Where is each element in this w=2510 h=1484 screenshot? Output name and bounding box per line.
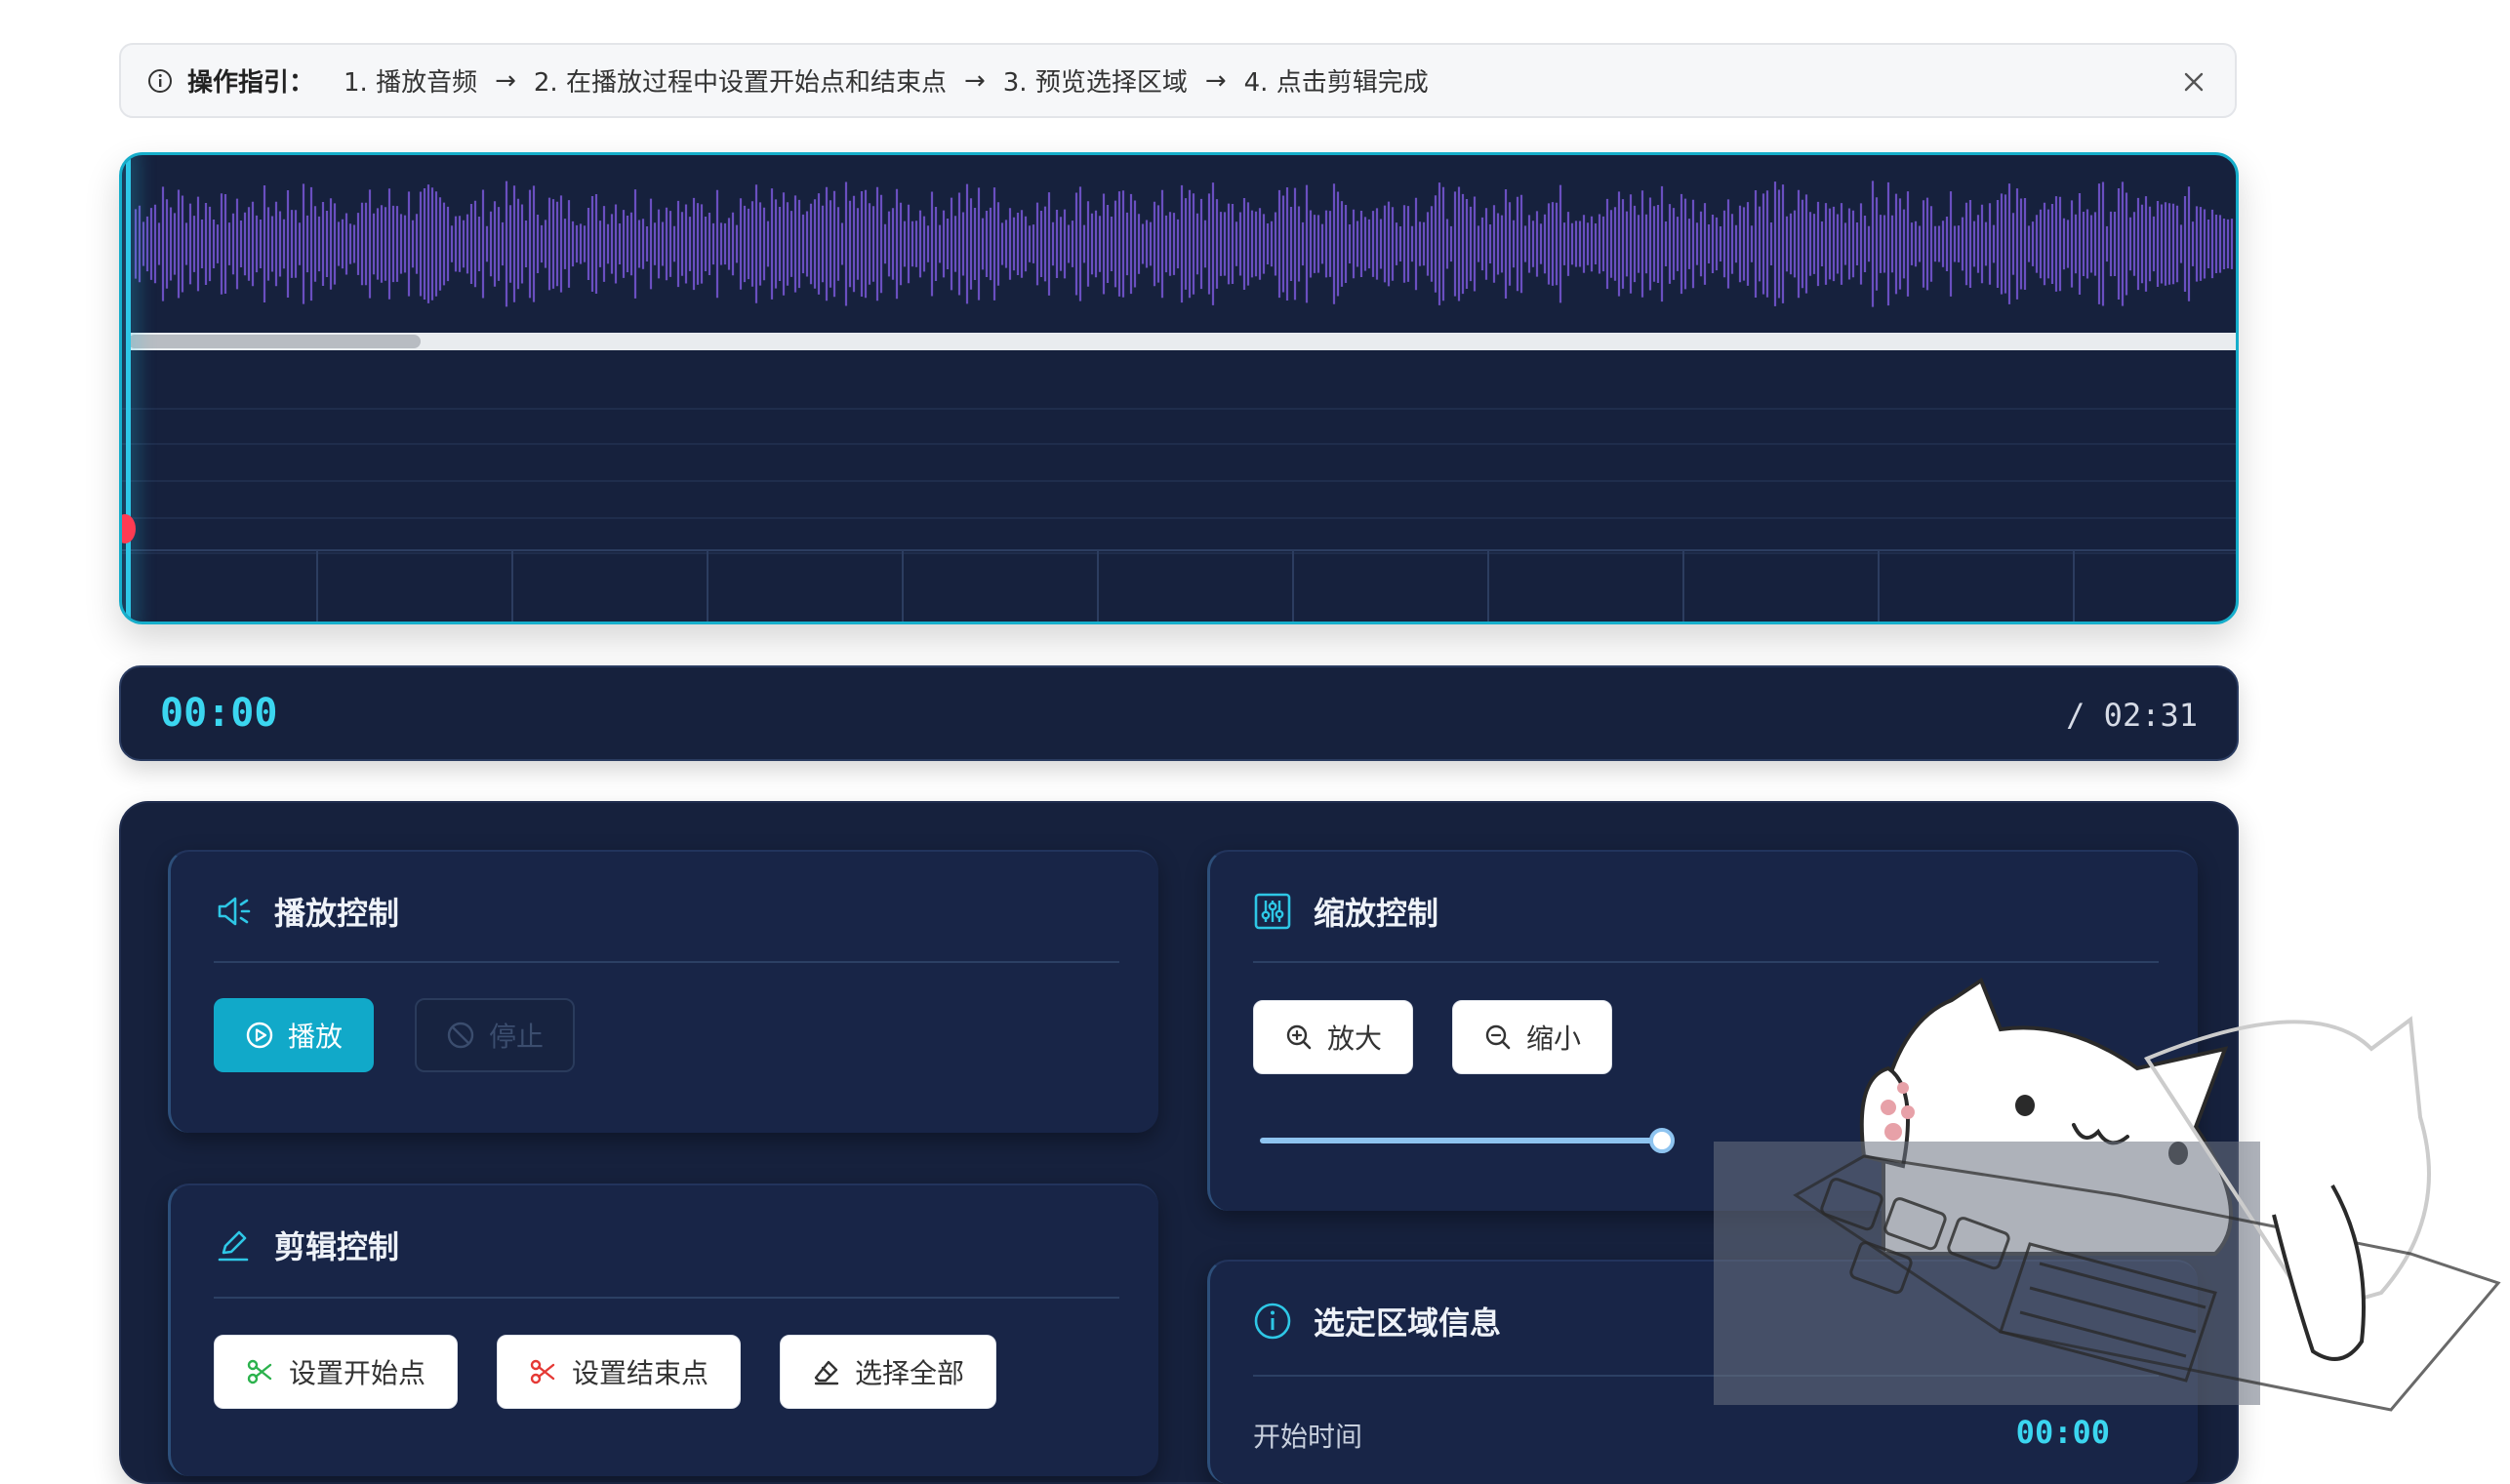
zoom-out-button[interactable]: 缩小 xyxy=(1452,1000,1612,1074)
play-button-label: 播放 xyxy=(287,1021,343,1053)
divider xyxy=(214,1297,1119,1299)
divider xyxy=(214,961,1119,963)
operation-guide-bar: 操作指引： 1. 播放音频 → 2. 在播放过程中设置开始点和结束点 → 3. … xyxy=(119,43,2237,118)
edit-control-panel: 剪辑控制 设置开始点 设置结束点 选择全部 xyxy=(168,1183,1158,1476)
set-start-button-label: 设置开始点 xyxy=(288,1357,425,1389)
close-icon[interactable] xyxy=(2178,66,2209,98)
stop-icon xyxy=(446,1021,475,1050)
zoom-slider-thumb[interactable] xyxy=(1649,1128,1675,1153)
stop-button-label: 停止 xyxy=(488,1021,544,1053)
zoom-in-button[interactable]: 放大 xyxy=(1253,1000,1413,1074)
waveform-scrollbar-track xyxy=(128,333,2236,350)
zoom-panel-title: 缩放控制 xyxy=(1314,895,1439,932)
guide-step-3: 3. 预览选择区域 xyxy=(1002,68,1188,98)
speaker-icon xyxy=(214,892,253,931)
waveform-scrollbar-thumb xyxy=(128,335,421,348)
zoom-panel-header: 缩放控制 xyxy=(1253,889,1438,934)
info-icon xyxy=(146,67,174,95)
current-time: 00:00 xyxy=(160,691,278,736)
guide-step-1: 1. 播放音频 xyxy=(344,68,478,98)
time-display-bar: 00:00 / 02:31 xyxy=(119,665,2239,761)
info-circle-icon xyxy=(1253,1302,1292,1341)
zoom-slider-track[interactable] xyxy=(1260,1138,1662,1143)
select-all-button[interactable]: 选择全部 xyxy=(780,1335,996,1409)
guide-arrow: → xyxy=(1204,65,1227,96)
guide-arrow: → xyxy=(495,65,516,96)
guide-step-2: 2. 在播放过程中设置开始点和结束点 xyxy=(533,68,947,98)
playback-control-panel: 播放控制 播放 停止 xyxy=(168,850,1158,1133)
zoom-in-icon xyxy=(1284,1023,1314,1052)
guide-arrow: → xyxy=(963,65,986,96)
selection-panel-header: 选定区域信息 xyxy=(1253,1299,1501,1344)
zoom-out-button-label: 缩小 xyxy=(1525,1023,1581,1055)
edit-panel-title: 剪辑控制 xyxy=(274,1228,400,1265)
waveform-display[interactable] xyxy=(119,152,2239,624)
zoom-in-button-label: 放大 xyxy=(1326,1023,1382,1055)
eraser-icon xyxy=(812,1357,841,1386)
scissors-icon xyxy=(246,1357,275,1386)
select-all-button-label: 选择全部 xyxy=(854,1357,964,1389)
playhead-line[interactable] xyxy=(126,155,131,622)
start-time-label: 开始时间 xyxy=(1253,1421,1363,1453)
scissors-icon xyxy=(529,1357,558,1386)
guide-title: 操作指引： xyxy=(187,68,315,98)
selection-panel-title: 选定区域信息 xyxy=(1314,1304,1502,1342)
zoom-out-icon xyxy=(1483,1023,1513,1052)
playback-panel-header: 播放控制 xyxy=(214,889,399,934)
set-end-button[interactable]: 设置结束点 xyxy=(497,1335,741,1409)
waveform-canvas[interactable] xyxy=(122,155,2236,622)
pen-icon xyxy=(214,1225,253,1264)
total-duration: / 02:31 xyxy=(2066,697,2198,734)
cat-mascot-illustration xyxy=(1714,977,2501,1412)
play-circle-icon xyxy=(245,1021,274,1050)
set-start-button[interactable]: 设置开始点 xyxy=(214,1335,458,1409)
sliders-icon xyxy=(1253,892,1292,931)
stop-button[interactable]: 停止 xyxy=(415,998,575,1072)
guide-step-4: 4. 点击剪辑完成 xyxy=(1243,68,1429,98)
playback-panel-title: 播放控制 xyxy=(274,895,400,932)
set-end-button-label: 设置结束点 xyxy=(571,1357,708,1389)
play-button[interactable]: 播放 xyxy=(214,998,374,1072)
edit-panel-header: 剪辑控制 xyxy=(214,1223,399,1267)
